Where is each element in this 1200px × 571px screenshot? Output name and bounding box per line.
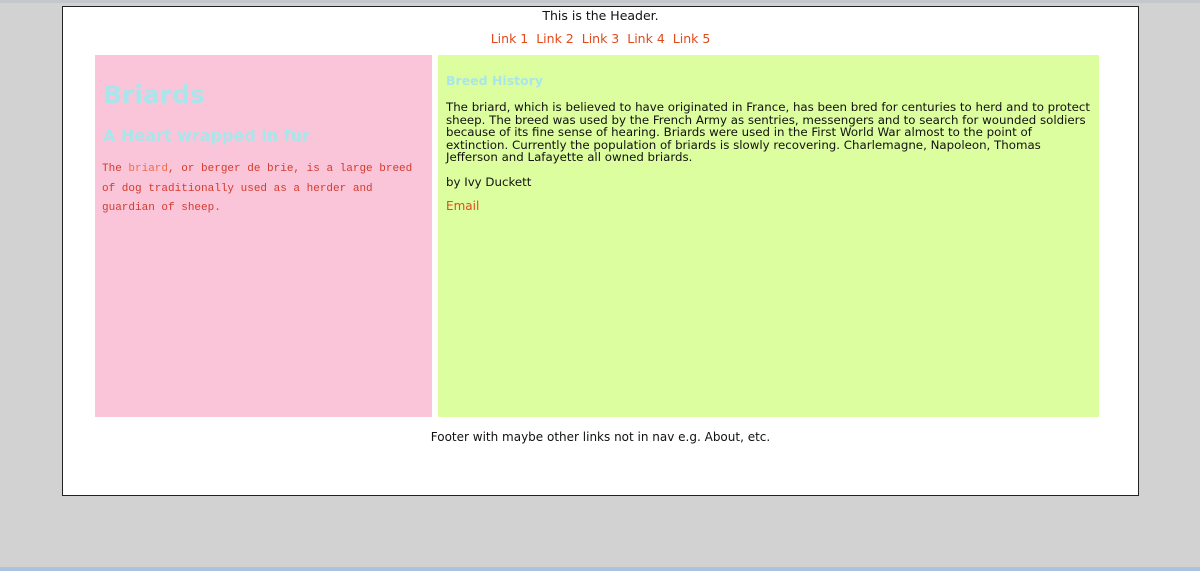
history-paragraph: The briard, which is believed to have or… (446, 100, 1090, 165)
intro-column: Briards A Heart wrapped in fur The briar… (95, 55, 432, 417)
main-nav: Link 1 Link 2 Link 3 Link 4 Link 5 (63, 31, 1138, 46)
window-top-edge (0, 0, 1200, 3)
page-subtitle: A Heart wrapped in fur (103, 126, 311, 145)
email-link[interactable]: Email (446, 199, 479, 213)
page-footer: Footer with maybe other links not in nav… (430, 430, 771, 444)
nav-link-1[interactable]: Link 1 (491, 31, 529, 46)
author-byline: by Ivy Duckett (446, 175, 532, 189)
window-bottom-edge (0, 567, 1200, 571)
briard-link[interactable]: briard (128, 163, 168, 175)
history-column: Breed History The briard, which is belie… (438, 55, 1099, 417)
page-container: This is the Header. Link 1 Link 2 Link 3… (62, 6, 1139, 496)
page-title: Briards (103, 80, 205, 109)
nav-link-4[interactable]: Link 4 (627, 31, 665, 46)
section-title: Breed History (446, 73, 544, 88)
nav-link-3[interactable]: Link 3 (582, 31, 620, 46)
intro-prefix: The (102, 163, 129, 175)
nav-link-2[interactable]: Link 2 (536, 31, 574, 46)
intro-paragraph: The briard, or berger de brie, is a larg… (102, 160, 422, 219)
page-header: This is the Header. (542, 8, 659, 23)
nav-link-5[interactable]: Link 5 (673, 31, 711, 46)
